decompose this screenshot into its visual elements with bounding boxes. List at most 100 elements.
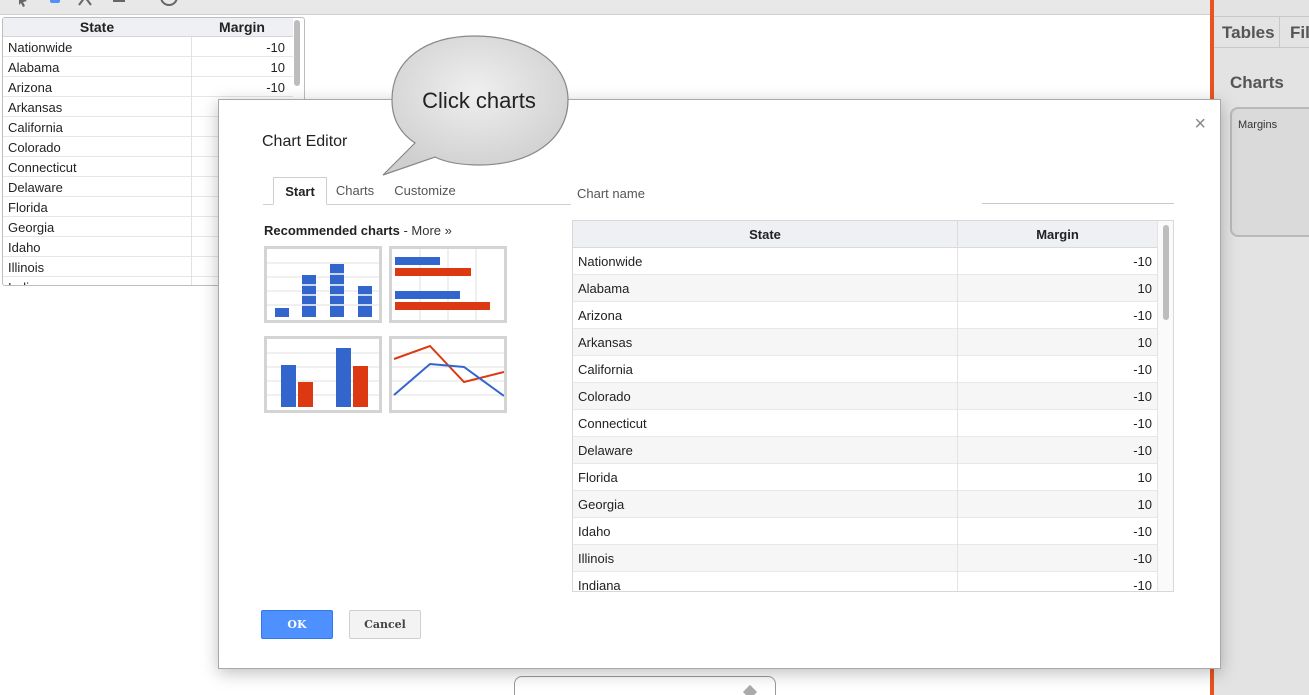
dialog-title: Chart Editor	[262, 133, 348, 150]
cell-state: Delaware	[578, 443, 633, 458]
globe-icon[interactable]	[160, 0, 178, 6]
tools-icon[interactable]	[78, 0, 92, 6]
column-divider	[191, 137, 192, 157]
table-row[interactable]: California -10	[573, 356, 1158, 383]
table-row[interactable]: Arkansas 10	[573, 329, 1158, 356]
column-divider	[191, 197, 192, 217]
table-header: State Margin	[3, 18, 293, 37]
column-divider	[191, 217, 192, 237]
scrollbar[interactable]	[294, 20, 300, 86]
cell-state: Florida	[578, 470, 618, 485]
table-row[interactable]: Connecticut -10	[573, 410, 1158, 437]
tab-customize[interactable]: Customize	[383, 177, 467, 205]
bottom-panel	[514, 676, 776, 695]
cell-state: Connecticut	[578, 416, 647, 431]
column-divider	[191, 117, 192, 137]
column-header-state: State	[749, 227, 781, 242]
column-divider	[191, 157, 192, 177]
column-divider	[191, 177, 192, 197]
cell-margin: -10	[1133, 443, 1152, 458]
table-row[interactable]: Arizona -10	[3, 77, 293, 97]
column-chart-icon[interactable]	[264, 246, 382, 323]
scrollbar-thumb[interactable]	[1163, 225, 1169, 320]
top-toolbar	[0, 0, 1212, 15]
window-icon[interactable]	[112, 0, 126, 6]
table-row[interactable]: Arizona -10	[573, 302, 1158, 329]
cell-margin: -10	[1133, 524, 1152, 539]
tab-tables[interactable]: Tables	[1214, 17, 1280, 48]
table-row[interactable]: Georgia 10	[573, 491, 1158, 518]
cell-margin: -10	[1133, 254, 1152, 269]
cell-state: Florida	[8, 200, 48, 215]
column-divider	[191, 97, 192, 117]
column-divider	[191, 277, 192, 285]
table-row[interactable]: Nationwide -10	[3, 37, 293, 57]
more-link[interactable]: - More »	[403, 223, 451, 238]
cell-state: Arkansas	[8, 100, 63, 115]
table-row[interactable]: Illinois -10	[573, 545, 1158, 572]
cell-state: Georgia	[8, 220, 55, 235]
callout-text: Click charts	[422, 88, 536, 113]
cell-state: Idaho	[578, 524, 611, 539]
cell-state: Colorado	[8, 140, 61, 155]
side-tabs: Tables Fil	[1214, 16, 1309, 48]
cell-margin: -10	[266, 40, 285, 55]
cursor-icon[interactable]	[16, 0, 30, 7]
table-row[interactable]: Florida 10	[573, 464, 1158, 491]
cell-margin: 10	[1137, 497, 1152, 512]
table-row[interactable]: Indiana -10	[573, 572, 1158, 592]
charts-heading: Charts	[1230, 73, 1284, 92]
bucket-icon[interactable]	[48, 0, 62, 6]
cell-state: Arkansas	[578, 335, 633, 350]
cell-state: Alabama	[8, 60, 60, 75]
cell-margin: -10	[1133, 578, 1152, 592]
table-row[interactable]: Nationwide -10	[573, 248, 1158, 275]
column-header-state[interactable]: State	[3, 19, 191, 35]
recommended-heading: Recommended charts	[264, 223, 400, 238]
scrollbar[interactable]	[1157, 221, 1173, 591]
tab-charts[interactable]: Charts	[327, 177, 383, 205]
chart-editor-dialog: Chart Editor × Start Charts Customize Ch…	[218, 99, 1221, 669]
cell-margin: 10	[1137, 470, 1152, 485]
cell-state: Nationwide	[578, 254, 643, 269]
chart-name-input[interactable]	[982, 182, 1174, 204]
cancel-button[interactable]: Cancel	[349, 610, 421, 639]
close-icon[interactable]: ×	[1194, 113, 1206, 136]
ok-button[interactable]: OK	[261, 610, 333, 639]
cell-state: Idaho	[8, 240, 41, 255]
line-chart-icon[interactable]	[389, 336, 507, 413]
cell-state: Arizona	[8, 80, 53, 95]
table-row[interactable]: Idaho -10	[573, 518, 1158, 545]
cell-state: Illinois	[578, 551, 615, 566]
column-header-margin[interactable]: Margin	[191, 19, 293, 35]
cell-margin: -10	[1133, 551, 1152, 566]
side-panel: Tables Fil Charts Margins	[1214, 0, 1309, 695]
table-row[interactable]: Alabama 10	[573, 275, 1158, 302]
column-header-margin: Margin	[1036, 227, 1079, 242]
cell-margin: -10	[1133, 308, 1152, 323]
cell-state: Indiana	[8, 280, 51, 285]
table-header: State Margin	[573, 221, 1158, 248]
bar-chart-icon[interactable]	[389, 246, 507, 323]
cell-margin: 10	[1137, 335, 1152, 350]
table-row[interactable]: Colorado -10	[573, 383, 1158, 410]
cell-state: Connecticut	[8, 160, 77, 175]
cell-state: California	[578, 362, 633, 377]
tab-files[interactable]: Fil	[1280, 17, 1309, 48]
chart-card-label: Margins	[1238, 119, 1278, 131]
grouped-column-chart-icon[interactable]	[264, 336, 382, 413]
cell-margin: -10	[266, 80, 285, 95]
cell-state: Alabama	[578, 281, 630, 296]
cell-margin: -10	[1133, 362, 1152, 377]
chart-card-margins[interactable]: Margins	[1230, 107, 1309, 237]
table-row[interactable]: Delaware -10	[573, 437, 1158, 464]
cell-state: Illinois	[8, 260, 45, 275]
cell-state: Nationwide	[8, 40, 73, 55]
diamond-icon	[742, 684, 758, 695]
tab-start[interactable]: Start	[273, 177, 327, 205]
table-row[interactable]: Alabama 10	[3, 57, 293, 77]
column-divider	[191, 257, 192, 277]
cell-margin: -10	[1133, 389, 1152, 404]
cell-margin: 10	[1137, 281, 1152, 296]
editor-tabs: Start Charts Customize	[263, 177, 571, 205]
